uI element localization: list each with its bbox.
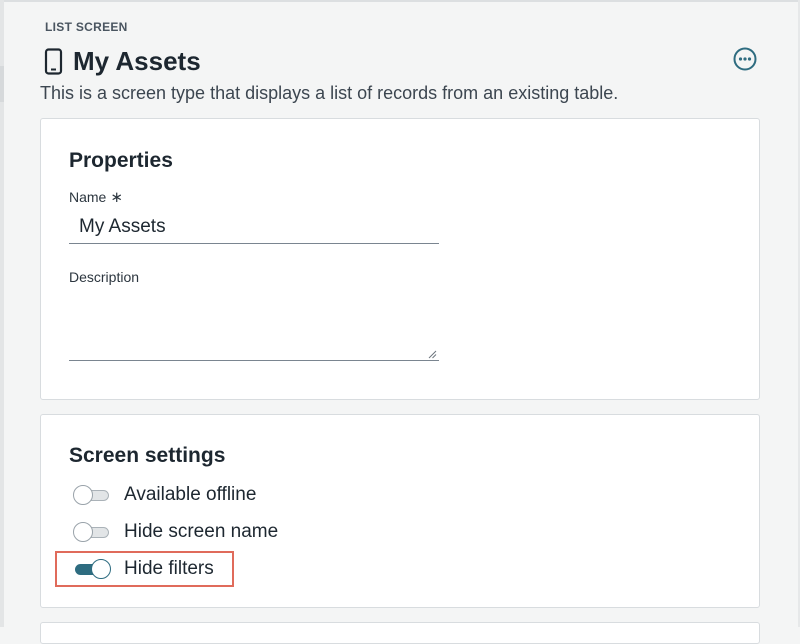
screen-settings-card: Screen settings Available offline Hide s… bbox=[40, 414, 760, 608]
more-options-icon[interactable] bbox=[733, 47, 757, 71]
page-title: My Assets bbox=[73, 45, 201, 76]
description-field-label: Description bbox=[69, 269, 140, 285]
page-description: This is a screen type that displays a li… bbox=[40, 83, 619, 103]
toggle-row-hide-screen-name: Hide screen name bbox=[73, 519, 278, 545]
screen-settings-heading: Screen settings bbox=[69, 444, 226, 467]
mobile-phone-icon bbox=[44, 47, 73, 75]
hide-screen-name-toggle[interactable] bbox=[73, 521, 111, 543]
top-border bbox=[0, 0, 800, 2]
required-asterisk-icon: ∗ bbox=[110, 189, 123, 206]
panel-collapse-tab[interactable] bbox=[0, 66, 4, 102]
hide-filters-label: Hide filters bbox=[124, 558, 214, 579]
available-offline-toggle[interactable] bbox=[73, 484, 111, 506]
description-textarea[interactable] bbox=[69, 291, 439, 361]
left-panel-edge bbox=[0, 0, 4, 627]
properties-card: Properties Name∗ Description bbox=[40, 118, 760, 400]
toggle-row-hide-filters: Hide filters bbox=[73, 556, 214, 582]
hide-screen-name-label: Hide screen name bbox=[124, 521, 279, 542]
toggle-row-available-offline: Available offline bbox=[73, 482, 256, 508]
name-input[interactable] bbox=[69, 211, 439, 244]
available-offline-label: Available offline bbox=[124, 484, 257, 505]
hide-filters-toggle[interactable] bbox=[73, 558, 111, 580]
name-label-text: Name bbox=[69, 189, 107, 205]
resize-grip-icon[interactable] bbox=[427, 349, 437, 359]
screen-type-label: LIST SCREEN bbox=[45, 20, 128, 34]
name-field-label: Name ∗ bbox=[69, 188, 123, 206]
next-card bbox=[40, 622, 760, 644]
properties-heading: Properties bbox=[69, 149, 173, 172]
title-row: My Assets bbox=[44, 45, 201, 77]
